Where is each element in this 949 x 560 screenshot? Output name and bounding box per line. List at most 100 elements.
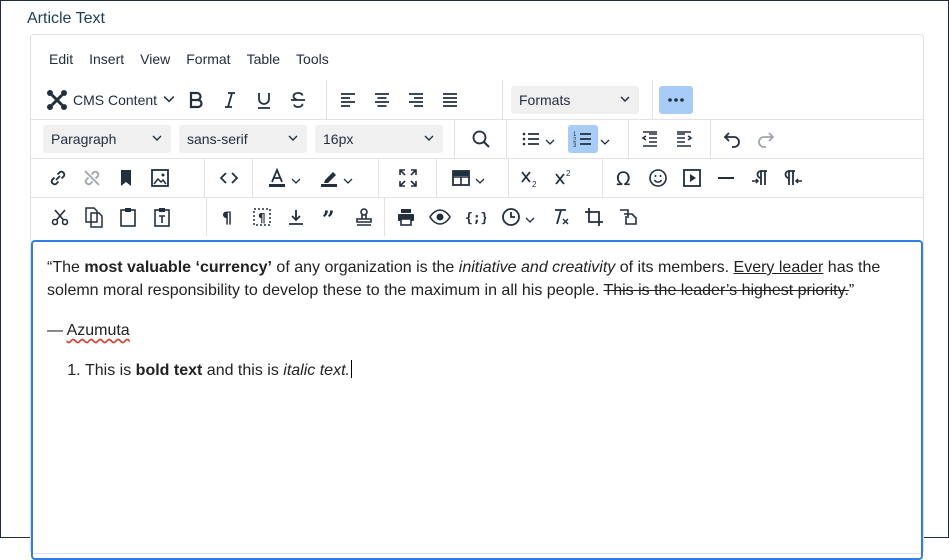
quote-underlined-text: Every leader xyxy=(733,259,824,276)
svg-text:3: 3 xyxy=(573,143,577,149)
numbered-list-icon: 123 xyxy=(573,132,591,149)
clear-format-icon xyxy=(555,209,569,225)
quote-text: “The xyxy=(47,259,85,276)
emoticons-button[interactable] xyxy=(643,164,673,192)
cms-content-button[interactable]: CMS Content xyxy=(41,86,179,114)
insert-datetime-button[interactable] xyxy=(493,203,541,231)
preview-button[interactable] xyxy=(425,203,455,231)
crop-icon xyxy=(585,208,603,226)
image-icon xyxy=(151,169,169,187)
menu-insert[interactable]: Insert xyxy=(81,47,132,71)
visual-blocks-button[interactable]: ¶ xyxy=(247,203,277,231)
visual-chars-button[interactable]: ¶ xyxy=(213,203,243,231)
highlight-color-button[interactable] xyxy=(311,164,359,192)
undo-button[interactable] xyxy=(717,125,747,153)
numbered-list: This is bold text and this is italic tex… xyxy=(47,359,907,382)
block-format-select[interactable]: Paragraph xyxy=(43,125,171,153)
align-left-icon xyxy=(341,92,355,107)
editor-content-area[interactable]: “The most valuable ‘currency’ of any org… xyxy=(31,240,923,560)
menu-format[interactable]: Format xyxy=(178,47,238,71)
menu-table[interactable]: Table xyxy=(239,47,288,71)
bullet-list-button[interactable] xyxy=(513,125,561,153)
special-character-button[interactable]: Ω xyxy=(609,164,639,192)
field-label: Article Text xyxy=(27,10,105,27)
insert-icon xyxy=(289,210,303,225)
restore-draft-button[interactable] xyxy=(613,203,643,231)
smiley-icon xyxy=(649,169,667,187)
crop-button[interactable] xyxy=(579,203,609,231)
table-button[interactable] xyxy=(443,164,491,192)
cut-button[interactable] xyxy=(45,203,75,231)
list-item-italic-text: italic text. xyxy=(283,362,350,379)
font-family-select[interactable]: sans-serif xyxy=(179,125,307,153)
menu-tools[interactable]: Tools xyxy=(288,47,337,71)
bold-button[interactable] xyxy=(181,86,211,114)
formats-select[interactable]: Formats xyxy=(511,85,639,114)
indent-button[interactable] xyxy=(669,125,699,153)
block-format-label: Paragraph xyxy=(51,131,117,147)
insert-media-button[interactable] xyxy=(677,164,707,192)
insert-link-button[interactable] xyxy=(43,164,73,192)
subscript-button[interactable]: 2 xyxy=(515,164,545,192)
redo-button[interactable] xyxy=(751,125,781,153)
paragraph-mark-icon: ¶ xyxy=(222,208,232,227)
quote-icon: ” xyxy=(322,207,335,229)
link-icon xyxy=(50,170,66,186)
blockquote-button[interactable]: ” xyxy=(315,203,345,231)
unlink-icon xyxy=(84,170,100,186)
superscript-button[interactable]: 2 xyxy=(549,164,579,192)
source-code-button[interactable] xyxy=(214,164,244,192)
unlink-button[interactable] xyxy=(77,164,107,192)
clear-formatting-button[interactable] xyxy=(545,203,575,231)
media-play-icon xyxy=(683,169,701,187)
chevron-down-icon xyxy=(525,212,535,223)
svg-text:Ω: Ω xyxy=(616,168,631,190)
search-replace-button[interactable] xyxy=(466,125,496,153)
code-sample-button[interactable]: {;} xyxy=(459,203,489,231)
svg-text:¶: ¶ xyxy=(258,211,266,225)
font-size-select[interactable]: 16px xyxy=(315,125,443,153)
page-break-button[interactable] xyxy=(281,203,311,231)
paste-button[interactable] xyxy=(113,203,143,231)
text-color-button[interactable] xyxy=(259,164,307,192)
template-button[interactable] xyxy=(349,203,379,231)
ltr-button[interactable] xyxy=(745,164,775,192)
underline-button[interactable] xyxy=(249,86,279,114)
quote-paragraph: “The most valuable ‘currency’ of any org… xyxy=(47,256,907,302)
chevron-down-icon xyxy=(545,134,555,145)
horizontal-line-button[interactable] xyxy=(711,164,741,192)
menu-view[interactable]: View xyxy=(132,47,178,71)
printer-icon xyxy=(398,209,414,226)
chevron-down-icon xyxy=(291,173,301,184)
eye-icon xyxy=(429,209,451,225)
toolbar-row-3: 2 2 Ω xyxy=(31,158,923,197)
clipboard-icon xyxy=(120,208,136,227)
joomla-logo-icon xyxy=(47,89,67,110)
chevron-down-icon xyxy=(600,134,610,145)
align-left-button[interactable] xyxy=(333,86,363,114)
numbered-list-button[interactable]: 123 xyxy=(565,125,613,153)
undo-icon xyxy=(723,132,740,148)
copy-button[interactable] xyxy=(79,203,109,231)
strikethrough-button[interactable] xyxy=(283,86,313,114)
outdent-button[interactable] xyxy=(635,125,665,153)
align-center-button[interactable] xyxy=(367,86,397,114)
list-item: This is bold text and this is italic tex… xyxy=(85,359,907,382)
menu-edit[interactable]: Edit xyxy=(41,47,81,71)
insert-image-button[interactable] xyxy=(145,164,175,192)
rtl-button[interactable] xyxy=(779,164,809,192)
print-button[interactable] xyxy=(391,203,421,231)
anchor-button[interactable] xyxy=(111,164,141,192)
italic-button[interactable] xyxy=(215,86,245,114)
attribution-dash: — xyxy=(47,322,67,339)
align-right-button[interactable] xyxy=(401,86,431,114)
more-toolbar-button[interactable] xyxy=(659,85,693,114)
fullscreen-button[interactable] xyxy=(393,164,423,192)
list-item-text: This is xyxy=(85,362,136,379)
right-to-left-icon xyxy=(784,170,802,185)
align-justify-button[interactable] xyxy=(435,86,465,114)
paste-as-text-button[interactable] xyxy=(147,203,177,231)
indent-icon xyxy=(677,131,693,147)
chevron-down-icon xyxy=(619,92,631,108)
text-caret xyxy=(350,360,352,378)
